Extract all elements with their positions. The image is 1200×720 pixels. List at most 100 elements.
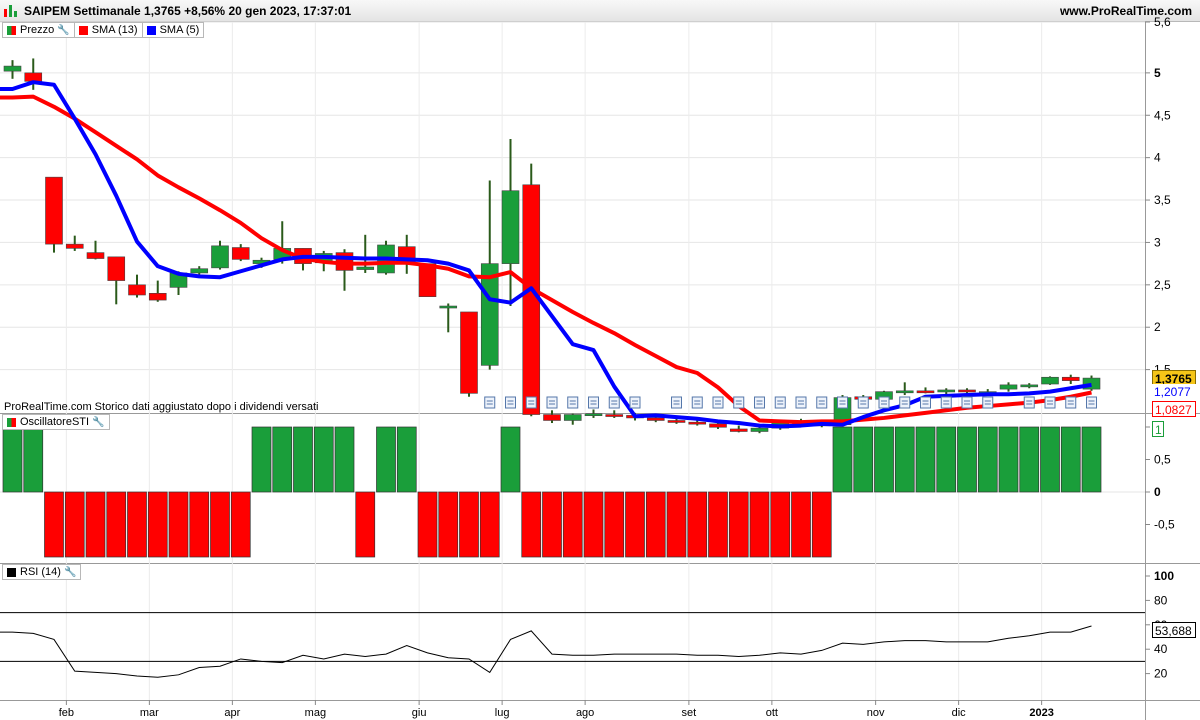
sma5-swatch	[146, 25, 156, 35]
dividend-note: ProRealTime.com Storico dati aggiustato …	[4, 401, 319, 413]
candle-body	[86, 252, 105, 259]
wrench-icon[interactable]: 🔧	[57, 25, 69, 36]
oscillator-bar	[977, 426, 998, 493]
candle-body	[916, 390, 935, 394]
candle-body	[729, 428, 748, 432]
dividend-icon	[608, 396, 620, 409]
oscillator-bar	[1060, 426, 1081, 493]
dividend-icon	[691, 396, 703, 409]
dividend-icon	[484, 396, 496, 409]
legend-item-oscillator[interactable]: OscillatoreSTI 🔧	[3, 415, 109, 429]
legend-item-rsi[interactable]: RSI (14) 🔧	[3, 565, 80, 579]
oscillator-bar	[313, 426, 334, 493]
x-tick-label: mag	[305, 707, 326, 719]
oscillator-swatch	[7, 417, 16, 427]
oscillator-bar	[396, 426, 417, 493]
legend-item-sma13[interactable]: SMA (13)	[75, 23, 143, 37]
oscillator-bar	[811, 491, 832, 558]
oscillator-bar	[583, 491, 604, 558]
candle-body	[128, 284, 146, 296]
candle-body	[501, 190, 520, 264]
legend-label-oscillator: OscillatoreSTI	[20, 416, 90, 428]
sma13-line	[0, 94, 1092, 425]
legend-label-sma5: SMA (5)	[159, 24, 200, 36]
rsi-y-tick-label: 80	[1154, 593, 1168, 607]
oscillator-bar	[936, 426, 957, 493]
oscillator-bar	[106, 491, 127, 558]
candle-body	[107, 256, 126, 281]
candle-body	[190, 268, 209, 274]
candle-body	[563, 414, 582, 421]
price-legend: Prezzo 🔧 SMA (13) SMA (5)	[2, 22, 205, 38]
candle-body	[584, 413, 603, 416]
oscillator-bar	[189, 491, 210, 558]
oscillator-bar	[625, 491, 645, 558]
legend-item-sma5[interactable]: SMA (5)	[143, 23, 204, 37]
candle-body	[148, 293, 167, 301]
rsi-swatch	[7, 567, 16, 577]
candle-body	[958, 389, 976, 393]
dividend-icon	[920, 396, 931, 409]
dividend-icon	[1086, 396, 1097, 409]
oscillator-bar	[687, 491, 708, 558]
candle-body	[937, 389, 956, 393]
dividend-icon	[754, 396, 765, 409]
rsi-line	[0, 625, 1092, 678]
price-y-tick-label: 4,5	[1154, 108, 1171, 122]
price-y-tick-label: 3,5	[1154, 193, 1171, 207]
oscillator-bar	[791, 491, 811, 558]
wrench-icon[interactable]: 🔧	[64, 567, 76, 578]
dividend-icon	[857, 396, 869, 409]
price-y-tick-label: 5,6	[1154, 15, 1171, 29]
dividend-icon	[567, 396, 579, 409]
oscillator-bar	[85, 491, 106, 558]
oscillator-bar	[64, 491, 85, 558]
oscillator-bar	[459, 491, 479, 558]
dividend-icon	[878, 396, 890, 409]
sma13-swatch	[78, 25, 88, 35]
dividend-icon	[546, 396, 558, 409]
oscillator-bar	[957, 426, 977, 493]
oscillator-bar	[894, 426, 915, 493]
candle-body	[605, 414, 624, 417]
sma5-line	[0, 80, 1092, 429]
rsi-y-tick-label: 20	[1154, 667, 1168, 681]
candle-body	[522, 184, 541, 415]
x-tick-label: nov	[867, 707, 885, 719]
oscillator-y-tick-label: 0	[1154, 485, 1161, 499]
oscillator-bar	[272, 426, 293, 493]
legend-item-prezzo[interactable]: Prezzo 🔧	[3, 23, 75, 37]
dividend-icon	[1023, 396, 1035, 409]
candle-body	[646, 417, 665, 421]
rsi-legend: RSI (14) 🔧	[2, 564, 82, 580]
oscillator-bar	[542, 491, 562, 558]
oscillator-bar	[874, 426, 894, 493]
sma5-value-tag: 1,2077	[1152, 383, 1196, 400]
dividend-icon	[505, 396, 516, 409]
candle-body	[3, 65, 22, 72]
x-tick-label: ott	[766, 707, 778, 719]
oscillator-y-tick-label: -0,5	[1154, 518, 1175, 532]
candle-body	[356, 266, 375, 270]
dividend-icon	[961, 396, 973, 409]
x-tick-label: mar	[140, 707, 159, 719]
candle-body	[543, 414, 561, 421]
x-tick-label: lug	[495, 707, 510, 719]
oscillator-bar	[479, 491, 500, 558]
candle-body	[688, 421, 707, 425]
oscillator-bar	[1019, 426, 1040, 493]
dividend-icon	[774, 396, 786, 409]
dividend-icon	[588, 396, 599, 409]
candle-body	[999, 384, 1018, 390]
wrench-icon[interactable]: 🔧	[92, 417, 104, 428]
oscillator-bar	[666, 491, 687, 558]
dividend-icon	[671, 396, 682, 409]
oscillator-bar	[832, 426, 853, 493]
price-y-tick-label: 2,5	[1154, 278, 1171, 292]
oscillator-bar	[749, 491, 770, 558]
oscillator-bar	[728, 491, 749, 558]
candle-body	[1020, 384, 1039, 388]
oscillator-bar	[438, 491, 459, 558]
oscillator-bar	[230, 491, 251, 558]
rsi-y-tick-label: 40	[1154, 642, 1168, 656]
